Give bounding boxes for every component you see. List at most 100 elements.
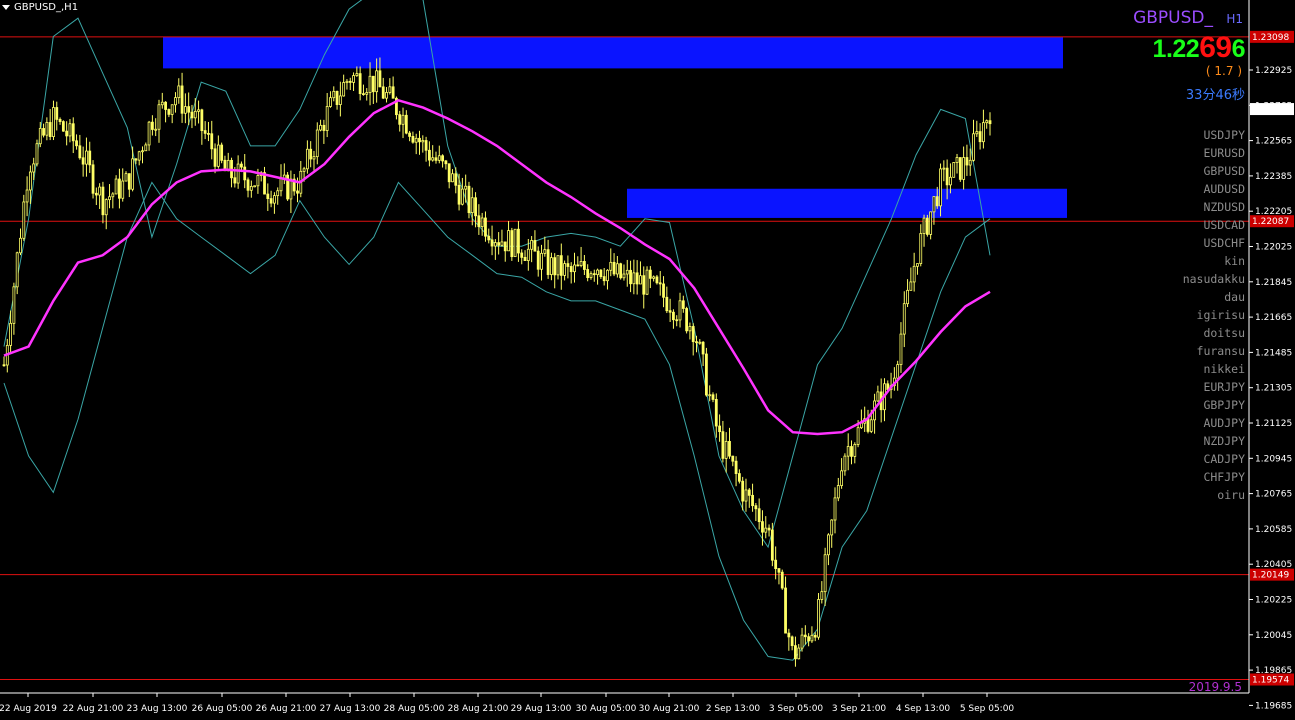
symbol-list-item[interactable]: USDCHF xyxy=(1183,234,1245,252)
candle-body xyxy=(497,242,501,246)
time-tick-label: 26 Aug 21:00 xyxy=(256,704,317,714)
symbol-list-item[interactable]: AUDJPY xyxy=(1183,414,1245,432)
candle-body xyxy=(467,185,471,214)
symbol-list-item[interactable]: CHFJPY xyxy=(1183,468,1245,486)
price-chart[interactable]: 1.229251.227651.225651.223851.222051.220… xyxy=(0,0,1295,720)
candle-body xyxy=(728,441,731,457)
candle-body xyxy=(711,394,715,400)
candle-body xyxy=(869,419,873,432)
candle-body xyxy=(355,73,359,76)
candle-body xyxy=(236,163,240,184)
candle-body xyxy=(978,131,982,143)
candle-body xyxy=(114,178,118,195)
candle-body xyxy=(787,632,791,638)
candle-body xyxy=(909,281,913,291)
candle-body xyxy=(523,256,527,261)
candle-body xyxy=(160,101,164,106)
candle-body xyxy=(170,104,174,115)
time-tick-label: 27 Aug 13:00 xyxy=(320,704,381,714)
symbol-list-item[interactable]: EURUSD xyxy=(1183,144,1245,162)
candle-body xyxy=(253,185,257,188)
symbol-list-item[interactable]: kin xyxy=(1183,252,1245,270)
candle-body xyxy=(78,145,82,159)
candle-body xyxy=(853,444,857,457)
candle-body xyxy=(777,568,781,573)
chart-window[interactable]: 1.229251.227651.225651.223851.222051.220… xyxy=(0,0,1295,720)
candle-body xyxy=(94,192,98,196)
bid-price-point: 6 xyxy=(1231,35,1246,63)
candle-body xyxy=(899,333,903,365)
candle-body xyxy=(958,157,962,180)
candle-body xyxy=(642,275,646,295)
candle-body xyxy=(553,257,557,276)
candle-body xyxy=(820,591,824,600)
price-tick-label: 1.21125 xyxy=(1255,419,1292,429)
candle-body xyxy=(770,529,774,561)
candle-body xyxy=(803,634,807,638)
symbol-list-item[interactable]: USDCAD xyxy=(1183,216,1245,234)
candle-body xyxy=(810,634,814,642)
candle-body xyxy=(61,121,65,132)
candle-body xyxy=(108,196,111,201)
candle-body xyxy=(98,186,102,196)
candle-body xyxy=(174,97,177,106)
candle-body xyxy=(75,140,78,147)
candle-body xyxy=(460,188,464,205)
candle-body xyxy=(952,162,956,178)
candle-body xyxy=(850,446,853,457)
candle-body xyxy=(652,276,656,279)
candle-body xyxy=(962,157,966,180)
candle-body xyxy=(305,148,309,170)
symbol-list-item[interactable]: USDJPY xyxy=(1183,126,1245,144)
candle-body xyxy=(932,196,936,213)
candle-body xyxy=(906,289,909,305)
candle-body xyxy=(111,193,115,198)
symbol-list-item[interactable]: EURJPY xyxy=(1183,378,1245,396)
symbol-list-item[interactable]: GBPUSD xyxy=(1183,162,1245,180)
symbol-list-item[interactable]: oiru xyxy=(1183,486,1245,504)
candle-body xyxy=(325,106,329,131)
candle-body xyxy=(391,86,395,99)
candle-body xyxy=(688,326,692,332)
candle-body xyxy=(319,124,322,131)
bid-price-pips: 69 xyxy=(1199,31,1232,64)
candle-body xyxy=(830,519,834,536)
symbol-list-item[interactable]: doitsu xyxy=(1183,324,1245,342)
symbol-list-item[interactable]: furansu xyxy=(1183,342,1245,360)
symbol-list-item[interactable]: igirisu xyxy=(1183,306,1245,324)
bollinger-lower-band xyxy=(3,181,991,661)
candle-body xyxy=(579,261,583,266)
candle-body xyxy=(721,431,725,459)
candle-body xyxy=(942,167,946,170)
date-stamp: 2019.9.5 xyxy=(1188,680,1242,694)
symbol-list-item[interactable]: NZDJPY xyxy=(1183,432,1245,450)
candle-body xyxy=(678,300,682,321)
candle-body xyxy=(256,175,260,187)
candle-body xyxy=(457,184,461,205)
dropdown-triangle-icon[interactable] xyxy=(2,5,10,10)
candle-body xyxy=(734,460,738,474)
candle-body xyxy=(210,133,214,150)
candle-body xyxy=(131,158,135,190)
symbol-list-item[interactable]: dau xyxy=(1183,288,1245,306)
candle-body xyxy=(487,235,491,241)
candle-body xyxy=(28,171,32,191)
symbol-list-item[interactable]: AUDUSD xyxy=(1183,180,1245,198)
candle-body xyxy=(127,173,131,190)
candle-body xyxy=(520,252,524,258)
symbol-list-item[interactable]: CADJPY xyxy=(1183,450,1245,468)
candle-body xyxy=(358,73,362,95)
candle-body xyxy=(216,144,220,167)
candle-body xyxy=(32,163,36,173)
candle-body xyxy=(774,559,778,570)
symbol-list-item[interactable]: GBPJPY xyxy=(1183,396,1245,414)
symbol-list-item[interactable]: NZDUSD xyxy=(1183,198,1245,216)
symbol-list-item[interactable]: nikkei xyxy=(1183,360,1245,378)
price-tick-label: 1.20045 xyxy=(1255,631,1292,641)
candle-body xyxy=(635,272,639,285)
time-tick-label: 26 Aug 05:00 xyxy=(192,704,253,714)
symbol-list-item[interactable]: nasudakku xyxy=(1183,270,1245,288)
supply-demand-zone xyxy=(163,36,1063,69)
candle-body xyxy=(385,92,388,99)
candle-body xyxy=(203,130,207,134)
